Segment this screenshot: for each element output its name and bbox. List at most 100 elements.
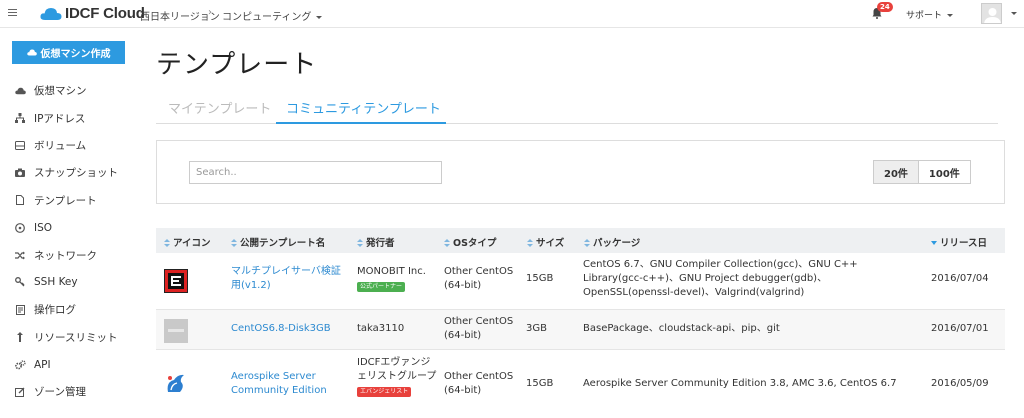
sort-icon [584,239,590,247]
file-icon [14,194,26,206]
template-tabs: マイテンプレート コミュニティテンプレート [156,92,998,124]
release-date-cell: 2016/07/01 [931,323,989,334]
brand-logo[interactable]: IDCF Cloud [40,5,145,22]
sidebar-item-label: API [34,358,51,371]
user-silhouette-icon [982,4,1001,23]
sidebar-item-label: 操作ログ [34,304,76,317]
sidebar-item-label: ゾーン管理 [34,386,86,399]
column-header-label: パッケージ [593,238,641,249]
column-header-os-type[interactable]: OSタイプ [444,235,496,249]
column-header-icon[interactable]: アイコン [164,235,211,249]
sort-icon [444,239,450,247]
evangelist-badge: エバンジェリスト [357,387,412,397]
sidebar-item-label: 仮想マシン [34,85,87,98]
sort-icon [357,239,363,247]
create-vm-label: 仮想マシン作成 [40,49,111,60]
table-header: アイコン 公開テンプレート名 発行者 OSタイプ サイズ パッケージ リリース日 [156,228,1005,253]
breadcrumb-separator: › [208,7,212,18]
page-size-20-button[interactable]: 20件 [874,161,919,183]
sidebar-item-label: SSH Key [34,276,78,289]
notification-badge: 24 [877,2,893,12]
packages-cell: CentOS 6.7、GNU Compiler Collection(gcc)、… [583,259,858,298]
sidebar-item-label: スナップショット [34,167,118,180]
active-tab-indicator [276,122,446,124]
page-size-100-button[interactable]: 100件 [918,161,970,183]
sidebar-item-zone[interactable]: ゾーン管理 [0,378,140,405]
sidebar: 仮想マシン作成 仮想マシン IPアドレス ボリューム スナップショット テンプレ… [0,28,140,418]
sidebar-item-label: ボリューム [34,139,87,152]
create-vm-button[interactable]: 仮想マシン作成 [12,41,125,64]
column-header-label: 発行者 [366,238,395,249]
sidebar-item-iso[interactable]: ISO [0,214,140,241]
release-date-cell: 2016/07/04 [931,273,989,284]
sidebar-item-ip[interactable]: IPアドレス [0,104,140,131]
column-header-label: サイズ [536,238,565,249]
os-type-cell: Other CentOS (64-bit) [444,371,514,396]
breadcrumb-service[interactable]: コンピューティング [222,8,323,23]
support-menu[interactable]: サポート [906,8,954,21]
filter-panel: 20件 100件 [156,140,1005,204]
disk-icon [14,139,26,151]
column-header-label: アイコン [173,238,211,249]
page-title: テンプレート [156,50,318,80]
sidebar-item-volume[interactable]: ボリューム [0,132,140,159]
tab-my-templates[interactable]: マイテンプレート [168,98,271,117]
key-icon [14,276,26,288]
size-cell: 3GB [526,323,547,334]
template-name-link[interactable]: CentOS6.8-Disk3GB [231,322,331,336]
publisher-cell: MONOBIT Inc. 公式パートナー [357,265,439,293]
column-header-label: リリース日 [940,238,988,249]
shuffle-icon [14,249,26,261]
table-row[interactable]: Aerospike Server Community Edition IDCFエ… [156,350,1005,418]
monobit-template-icon [164,269,188,293]
sidebar-item-label: テンプレート [34,194,97,207]
column-header-size[interactable]: サイズ [527,235,564,249]
sidebar-item-vm[interactable]: 仮想マシン [0,77,140,104]
table-row[interactable]: マルチプレイサーバ検証用(v1.2) MONOBIT Inc. 公式パートナー … [156,253,1005,310]
publisher-cell: IDCFエヴァンジェリストグループ エバンジェリスト [357,356,439,398]
publisher-name: MONOBIT Inc. [357,266,426,277]
release-date-cell: 2016/05/09 [931,378,989,389]
avatar[interactable] [981,3,1002,24]
sidebar-item-log[interactable]: 操作ログ [0,296,140,323]
column-header-name[interactable]: 公開テンプレート名 [231,235,325,249]
hamburger-menu-icon[interactable] [8,9,17,17]
publisher-name: taka3110 [357,323,405,334]
column-header-label: 公開テンプレート名 [240,238,326,249]
sidebar-nav: 仮想マシン IPアドレス ボリューム スナップショット テンプレート ISO ネ… [0,77,140,406]
sidebar-item-label: ISO [34,221,53,234]
column-header-release-date[interactable]: リリース日 [931,235,987,249]
network-icon [14,112,26,124]
sidebar-item-network[interactable]: ネットワーク [0,241,140,268]
table-row[interactable]: CentOS6.8-Disk3GB taka3110 Other CentOS … [156,310,1005,350]
column-header-publisher[interactable]: 発行者 [357,235,395,249]
column-header-label: OSタイプ [453,238,497,249]
updown-icon [14,331,26,343]
chevron-down-icon[interactable] [1011,12,1017,15]
sidebar-item-label: ネットワーク [34,249,97,262]
brand-name: IDCF Cloud [65,5,145,22]
sort-icon [231,239,237,247]
sidebar-item-label: IPアドレス [34,112,86,125]
sidebar-item-snapshot[interactable]: スナップショット [0,159,140,186]
packages-cell: Aerospike Server Community Edition 3.8, … [583,378,897,389]
sidebar-item-resource-limit[interactable]: リソースリミット [0,324,140,351]
tab-community-templates[interactable]: コミュニティテンプレート [286,98,441,117]
sidebar-item-template[interactable]: テンプレート [0,187,140,214]
top-bar: IDCF Cloud 西日本リージョン › コンピューティング 24 サポート [0,0,1024,28]
template-name-link[interactable]: Aerospike Server Community Edition [231,370,341,398]
os-type-cell: Other CentOS (64-bit) [444,266,514,291]
support-label: サポート [906,11,943,21]
sidebar-item-label: リソースリミット [34,331,118,344]
os-type-cell: Other CentOS (64-bit) [444,316,514,341]
log-icon [14,304,26,316]
sidebar-item-ssh-key[interactable]: SSH Key [0,269,140,296]
cloud-icon [14,85,26,97]
sort-descending-icon [931,241,937,245]
template-name-link[interactable]: マルチプレイサーバ検証用(v1.2) [231,265,346,293]
size-cell: 15GB [526,273,554,284]
column-header-packages[interactable]: パッケージ [584,235,640,249]
search-input[interactable] [189,161,442,184]
sidebar-item-api[interactable]: API [0,351,140,378]
size-cell: 15GB [526,378,554,389]
